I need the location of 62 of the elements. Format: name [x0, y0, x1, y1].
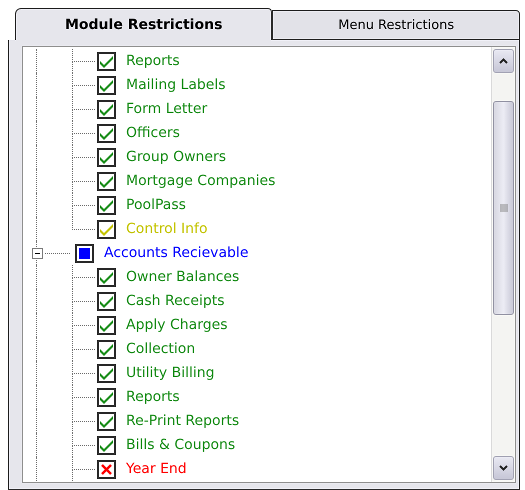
scroll-down-button[interactable]	[493, 456, 514, 480]
tree-item-label[interactable]: PoolPass	[126, 197, 186, 213]
tree-item-label[interactable]: Reports	[126, 53, 180, 69]
check-icon	[99, 390, 114, 404]
scroll-up-button[interactable]	[493, 49, 514, 73]
tree-item-label[interactable]: Mortgage Companies	[126, 173, 276, 189]
tree-item-label[interactable]: Collection	[126, 341, 196, 357]
checkbox[interactable]	[97, 172, 116, 190]
grip-icon	[500, 204, 508, 212]
check-icon	[99, 342, 114, 356]
check-icon	[99, 414, 114, 428]
checkbox[interactable]	[97, 52, 116, 70]
tree-item-label[interactable]: Utility Billing	[126, 365, 215, 381]
scroll-thumb[interactable]	[493, 101, 514, 315]
checkbox[interactable]	[97, 124, 116, 142]
collapse-toggle[interactable]	[32, 248, 43, 258]
checkbox[interactable]	[97, 220, 116, 238]
checkbox[interactable]	[97, 412, 116, 430]
check-icon	[99, 54, 114, 68]
checkbox[interactable]	[97, 388, 116, 406]
checkbox[interactable]	[97, 436, 116, 454]
check-icon	[99, 294, 114, 308]
tree-item-label[interactable]: Bills & Coupons	[126, 437, 236, 453]
check-icon	[99, 126, 114, 140]
checkbox[interactable]	[97, 100, 116, 118]
check-icon	[99, 174, 114, 188]
tab[interactable]: Module Restrictions	[15, 8, 272, 40]
check-icon	[99, 270, 114, 284]
check-icon	[99, 150, 114, 164]
tab[interactable]: Menu Restrictions	[272, 10, 520, 40]
checkbox[interactable]	[97, 340, 116, 358]
checkbox[interactable]	[97, 460, 116, 478]
tree-item-label[interactable]: Apply Charges	[126, 317, 228, 333]
caret-up-icon	[499, 58, 508, 64]
tree-item-label[interactable]: Group Owners	[126, 149, 226, 165]
scrollbar[interactable]	[491, 47, 515, 482]
check-icon	[99, 366, 114, 380]
tree-item-label[interactable]: Cash Receipts	[126, 293, 225, 309]
tree-item-label[interactable]: Form Letter	[126, 101, 208, 117]
check-icon	[99, 78, 114, 92]
check-icon	[99, 318, 114, 332]
checkbox[interactable]	[97, 364, 116, 382]
tree-item-label[interactable]: Officers	[126, 125, 180, 141]
check-icon	[99, 198, 114, 212]
checkbox[interactable]	[97, 316, 116, 334]
tree-item-label[interactable]: Accounts Recievable	[104, 245, 248, 261]
check-icon	[99, 222, 114, 236]
check-icon	[99, 438, 114, 452]
checkbox[interactable]	[97, 196, 116, 214]
tree-item-label[interactable]: Re-Print Reports	[126, 413, 240, 429]
checkbox[interactable]	[97, 268, 116, 286]
cross-icon	[101, 464, 112, 474]
checkbox[interactable]	[97, 148, 116, 166]
checkbox[interactable]	[75, 244, 94, 262]
checkbox[interactable]	[97, 76, 116, 94]
checkbox[interactable]	[97, 292, 116, 310]
tree-item-label[interactable]: Mailing Labels	[126, 77, 226, 93]
tree-item-label[interactable]: Year End	[126, 461, 187, 477]
caret-down-icon	[499, 465, 508, 471]
check-icon	[99, 102, 114, 116]
tree-item-label[interactable]: Reports	[126, 389, 180, 405]
tree-item-label[interactable]: Owner Balances	[126, 269, 240, 285]
